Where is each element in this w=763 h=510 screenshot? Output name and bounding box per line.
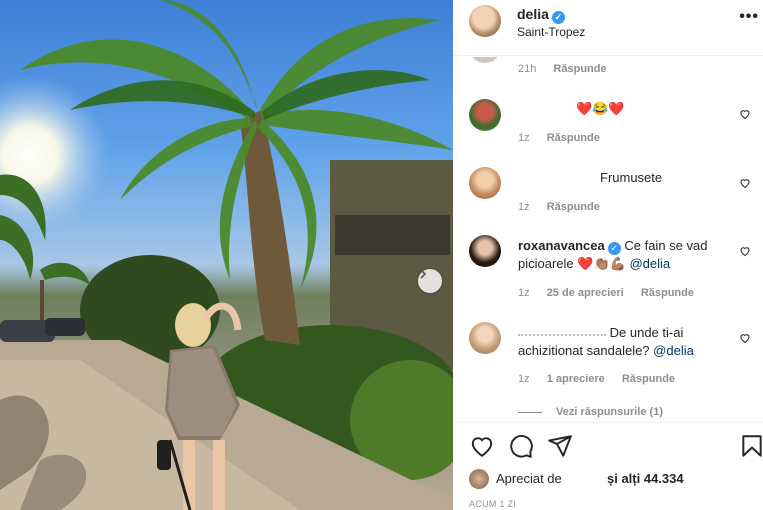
comment-text: roxanavancea ✓ Ce fain se vad picioarele …	[518, 238, 708, 271]
commenter-avatar[interactable]	[469, 235, 501, 267]
reply-button[interactable]: Răspunde	[547, 201, 600, 213]
author-username[interactable]: delia ✓	[517, 6, 565, 24]
reply-button[interactable]: Răspunde	[622, 373, 675, 385]
comment-meta: 1z Răspunde	[518, 201, 600, 213]
next-photo-button[interactable]	[418, 269, 442, 293]
post-side-panel: delia ✓ Saint-Tropez ••• 21h Răspunde ❤️😂…	[453, 0, 763, 510]
heart-icon[interactable]	[739, 108, 751, 120]
comment-meta: 21h Răspunde	[518, 63, 607, 75]
commenter-avatar[interactable]	[469, 167, 501, 199]
comment-meta: 1z Răspunde	[518, 132, 600, 144]
comment-text: De unde ti-ai achizitionat sandalele? @d…	[518, 325, 694, 358]
heart-icon[interactable]	[739, 332, 751, 344]
view-replies-button[interactable]: Vezi răspunsurile (1)	[518, 406, 663, 418]
comment-username-hidden[interactable]	[518, 332, 606, 336]
comments-list: 21h Răspunde ❤️😂❤️ 1z Răspunde Frumusete…	[453, 57, 763, 422]
likes-count[interactable]: 1 apreciere	[547, 373, 605, 385]
post-timestamp[interactable]: ACUM 1 ZI	[469, 499, 516, 509]
other-likes-link[interactable]: și alți 44.334	[607, 471, 684, 486]
comment-meta: 1z 25 de aprecieri Răspunde	[518, 287, 694, 299]
comment-text: Frumusete	[600, 170, 663, 185]
commenter-avatar[interactable]	[469, 57, 501, 63]
photo-scene	[0, 0, 453, 510]
reply-button[interactable]: Răspunde	[641, 287, 694, 299]
comment-icon[interactable]	[508, 433, 534, 459]
reply-button[interactable]: Răspunde	[553, 63, 606, 75]
chevron-right-icon	[420, 269, 427, 279]
liker-avatar[interactable]	[469, 469, 489, 489]
more-icon[interactable]: •••	[739, 8, 759, 26]
commenter-avatar[interactable]	[469, 99, 501, 131]
reply-button[interactable]: Răspunde	[547, 132, 600, 144]
post-location[interactable]: Saint-Tropez	[517, 25, 585, 39]
author-avatar[interactable]	[469, 5, 501, 37]
mention-link[interactable]: @delia	[629, 256, 670, 271]
verified-icon: ✓	[551, 11, 565, 24]
post-header: delia ✓ Saint-Tropez •••	[453, 0, 763, 56]
bookmark-icon[interactable]	[739, 433, 763, 459]
comment-meta: 1z 1 apreciere Răspunde	[518, 373, 676, 385]
share-icon[interactable]	[547, 433, 573, 459]
heart-icon[interactable]	[739, 177, 751, 189]
comment-text: ❤️😂❤️	[576, 101, 625, 116]
verified-icon: ✓	[607, 242, 621, 255]
replies-divider	[518, 411, 542, 413]
commenter-avatar[interactable]	[469, 322, 501, 354]
heart-icon[interactable]	[739, 245, 751, 257]
post-photo[interactable]	[0, 0, 453, 510]
likes-count[interactable]: 25 de aprecieri	[547, 287, 624, 299]
heart-icon[interactable]	[469, 433, 495, 459]
mention-link[interactable]: @delia	[653, 343, 694, 358]
action-bar	[453, 422, 763, 472]
